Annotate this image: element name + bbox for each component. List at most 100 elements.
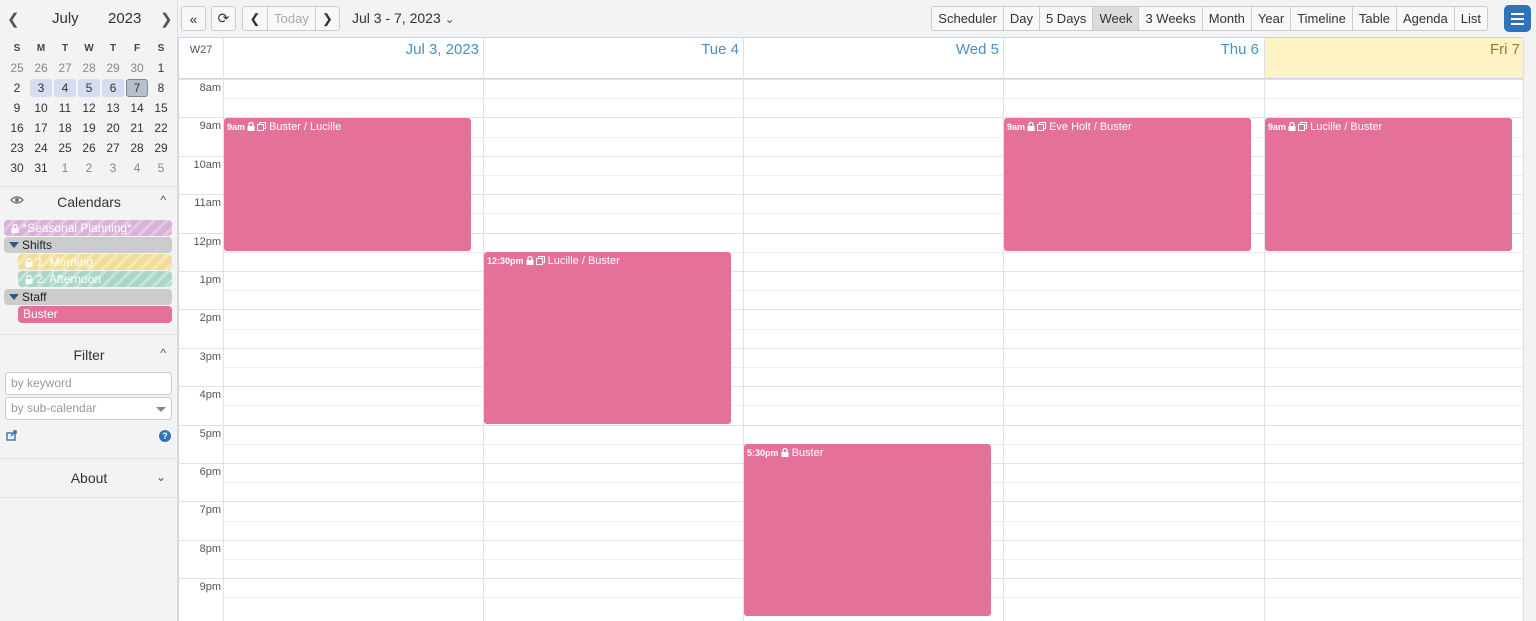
mini-calendar-day[interactable]: 12 bbox=[78, 99, 100, 117]
day-header[interactable]: Tue 4 bbox=[483, 38, 743, 78]
mini-calendar-day[interactable]: 29 bbox=[102, 59, 124, 77]
mini-calendar-day[interactable]: 10 bbox=[30, 99, 52, 117]
mini-calendar-day[interactable]: 16 bbox=[6, 119, 28, 137]
jump-back-button[interactable]: « bbox=[181, 6, 206, 31]
mini-calendar-day[interactable]: 1 bbox=[54, 159, 76, 177]
mini-calendar-day[interactable]: 14 bbox=[126, 99, 148, 117]
vertical-scrollbar[interactable] bbox=[1523, 37, 1536, 621]
calendar-group-shifts[interactable]: Shifts bbox=[4, 237, 172, 253]
chevron-up-icon[interactable]: ^ bbox=[160, 193, 166, 207]
chevron-up-icon[interactable]: ^ bbox=[160, 346, 166, 360]
calendar-event[interactable]: 9am Lucille / Buster bbox=[1265, 118, 1512, 251]
view-button-month[interactable]: Month bbox=[1201, 7, 1251, 30]
mini-calendar-day[interactable]: 5 bbox=[150, 159, 172, 177]
mini-calendar-year[interactable]: 2023 bbox=[108, 10, 141, 27]
event-title: Lucille / Buster bbox=[547, 255, 620, 267]
day-header[interactable]: Thu 6 bbox=[1003, 38, 1263, 78]
mini-calendar-day[interactable]: 26 bbox=[30, 59, 52, 77]
mini-calendar-day[interactable]: 9 bbox=[6, 99, 28, 117]
mini-calendar-day[interactable]: 2 bbox=[6, 79, 28, 97]
mini-calendar-day[interactable]: 7 bbox=[126, 79, 148, 97]
chevron-left-icon[interactable]: ❮ bbox=[7, 10, 20, 28]
view-button-timeline[interactable]: Timeline bbox=[1290, 7, 1352, 30]
view-button-5-days[interactable]: 5 Days bbox=[1038, 7, 1092, 30]
lock-icon bbox=[1288, 122, 1296, 131]
about-section-header[interactable]: About ⌄ bbox=[0, 465, 178, 491]
mini-calendar-day[interactable]: 28 bbox=[78, 59, 100, 77]
calendars-section-header[interactable]: Calendars ^ bbox=[0, 189, 178, 215]
mini-calendar-day[interactable]: 3 bbox=[102, 159, 124, 177]
divider bbox=[0, 186, 178, 187]
mini-calendar-day[interactable]: 31 bbox=[30, 159, 52, 177]
calendar-item-afternoon[interactable]: 2. Afternoon bbox=[18, 271, 172, 287]
caret-down-icon[interactable] bbox=[9, 294, 19, 300]
mini-calendar-day[interactable]: 11 bbox=[54, 99, 76, 117]
weekday-header: F bbox=[133, 42, 141, 54]
mini-calendar-day[interactable]: 2 bbox=[78, 159, 100, 177]
mini-calendar-day[interactable]: 30 bbox=[6, 159, 28, 177]
mini-calendar-day[interactable]: 26 bbox=[78, 139, 100, 157]
subcalendar-filter-select[interactable]: by sub-calendar bbox=[5, 397, 172, 420]
calendar-event[interactable]: 9am Eve Holt / Buster bbox=[1004, 118, 1251, 251]
share-icon[interactable] bbox=[6, 429, 18, 441]
view-button-week[interactable]: Week bbox=[1092, 7, 1139, 30]
weekday-header: T bbox=[109, 42, 117, 54]
mini-calendar-day[interactable]: 23 bbox=[6, 139, 28, 157]
calendar-item-seasonal-planning[interactable]: *Seasonal Planning* bbox=[4, 220, 172, 236]
mini-calendar-day[interactable]: 25 bbox=[54, 139, 76, 157]
mini-calendar-day[interactable]: 15 bbox=[150, 99, 172, 117]
mini-calendar-day[interactable]: 28 bbox=[126, 139, 148, 157]
view-button-year[interactable]: Year bbox=[1250, 7, 1290, 30]
filter-section-header[interactable]: Filter ^ bbox=[0, 342, 178, 368]
mini-calendar-day[interactable]: 27 bbox=[54, 59, 76, 77]
view-button-list[interactable]: List bbox=[1453, 7, 1487, 30]
calendar-item-morning[interactable]: 1. Morning bbox=[18, 254, 172, 270]
mini-calendar-day[interactable]: 17 bbox=[30, 119, 52, 137]
date-range-picker[interactable]: Jul 3 - 7, 2023 ⌄ bbox=[352, 10, 455, 26]
mini-calendar-month[interactable]: July bbox=[52, 10, 79, 27]
mini-calendar-day[interactable]: 6 bbox=[102, 79, 124, 97]
chevron-right-icon[interactable]: ❯ bbox=[160, 10, 173, 28]
calendar-event[interactable]: 5:30pm Buster bbox=[744, 444, 991, 616]
mini-calendar-day[interactable]: 22 bbox=[150, 119, 172, 137]
mini-calendar-day[interactable]: 19 bbox=[78, 119, 100, 137]
today-button[interactable]: Today bbox=[267, 6, 316, 31]
mini-calendar-day[interactable]: 5 bbox=[78, 79, 100, 97]
view-button-3-weeks[interactable]: 3 Weeks bbox=[1138, 7, 1201, 30]
mini-calendar-day[interactable]: 24 bbox=[30, 139, 52, 157]
calendar-group-staff[interactable]: Staff bbox=[4, 289, 172, 305]
day-header[interactable]: Jul 3, 2023 bbox=[223, 38, 483, 78]
weekday-header: W bbox=[84, 42, 94, 54]
mini-calendar-day[interactable]: 21 bbox=[126, 119, 148, 137]
mini-calendar-day[interactable]: 3 bbox=[30, 79, 52, 97]
filter-title: Filter bbox=[73, 347, 105, 363]
mini-calendar-day[interactable]: 25 bbox=[6, 59, 28, 77]
calendar-item-buster[interactable]: Buster bbox=[18, 306, 172, 323]
help-icon[interactable]: ? bbox=[159, 430, 171, 442]
menu-button[interactable] bbox=[1504, 5, 1531, 32]
caret-down-icon[interactable] bbox=[9, 242, 19, 248]
calendar-event[interactable]: 12:30pm Lucille / Buster bbox=[484, 252, 731, 424]
keyword-filter-input[interactable]: by keyword bbox=[5, 372, 172, 395]
mini-calendar-day[interactable]: 13 bbox=[102, 99, 124, 117]
view-button-day[interactable]: Day bbox=[1002, 7, 1039, 30]
view-button-agenda[interactable]: Agenda bbox=[1395, 7, 1454, 30]
mini-calendar-day[interactable]: 8 bbox=[150, 79, 172, 97]
mini-calendar-day[interactable]: 1 bbox=[150, 59, 172, 77]
chevron-down-icon[interactable]: ⌄ bbox=[156, 470, 166, 484]
view-button-scheduler[interactable]: Scheduler bbox=[932, 7, 1003, 30]
refresh-button[interactable]: ⟳ bbox=[211, 6, 236, 31]
day-header[interactable]: Fri 7 bbox=[1264, 38, 1524, 78]
mini-calendar-day[interactable]: 29 bbox=[150, 139, 172, 157]
previous-button[interactable]: ❮ bbox=[242, 6, 268, 31]
mini-calendar-day[interactable]: 20 bbox=[102, 119, 124, 137]
next-button[interactable]: ❯ bbox=[315, 6, 340, 31]
mini-calendar-day[interactable]: 27 bbox=[102, 139, 124, 157]
mini-calendar-day[interactable]: 4 bbox=[126, 159, 148, 177]
mini-calendar-day[interactable]: 18 bbox=[54, 119, 76, 137]
view-button-table[interactable]: Table bbox=[1351, 7, 1396, 30]
mini-calendar-day[interactable]: 4 bbox=[54, 79, 76, 97]
day-header[interactable]: Wed 5 bbox=[743, 38, 1003, 78]
mini-calendar-day[interactable]: 30 bbox=[126, 59, 148, 77]
calendar-event[interactable]: 9am Buster / Lucille bbox=[224, 118, 471, 251]
